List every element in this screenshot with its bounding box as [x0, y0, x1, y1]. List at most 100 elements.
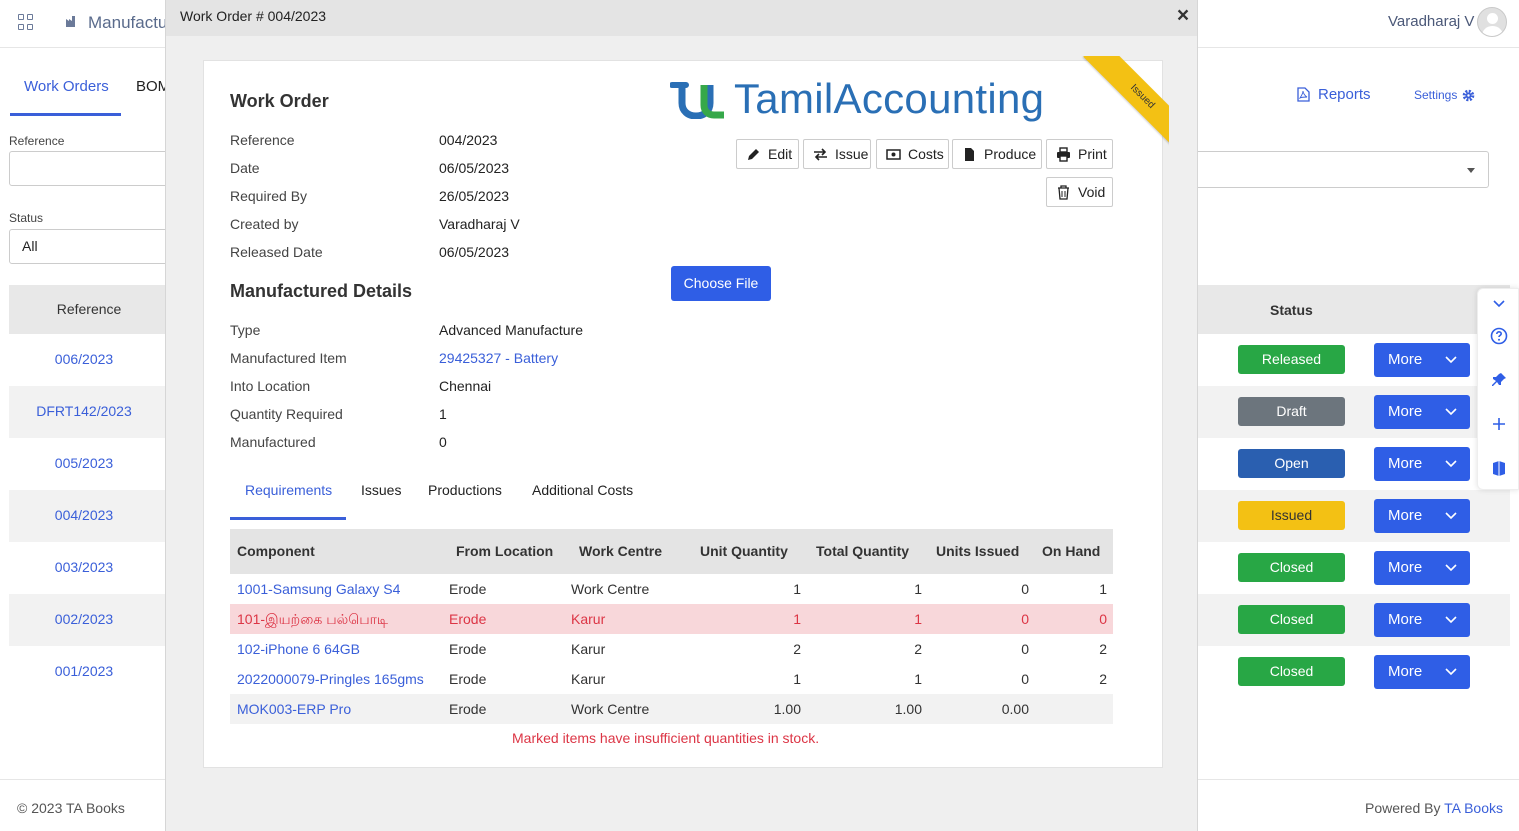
- filter-select[interactable]: [1190, 151, 1489, 188]
- active-tab-indicator: [230, 517, 346, 520]
- insufficient-stock-warning: Marked items have insufficient quantitie…: [512, 730, 820, 746]
- more-button[interactable]: More: [1374, 499, 1470, 533]
- more-label: More: [1388, 611, 1423, 628]
- avatar[interactable]: [1477, 7, 1507, 37]
- tab-additional-costs[interactable]: Additional Costs: [532, 482, 633, 498]
- field-label: Quantity Required: [230, 406, 343, 422]
- book-icon[interactable]: [1490, 459, 1508, 477]
- user-name[interactable]: Varadharaj V: [1388, 13, 1474, 30]
- app-grid-icon[interactable]: [18, 14, 34, 30]
- work-order-reference-link[interactable]: DFRT142/2023: [9, 403, 159, 419]
- status-ribbon-label: Issued: [1083, 56, 1169, 149]
- more-button[interactable]: More: [1374, 655, 1470, 689]
- money-icon: [886, 148, 901, 160]
- active-tab-indicator: [10, 113, 121, 116]
- column-header-units-issued: Units Issued: [936, 543, 1020, 559]
- chevron-down-icon: [1445, 564, 1457, 572]
- more-label: More: [1388, 403, 1423, 420]
- help-icon[interactable]: [1490, 327, 1508, 345]
- edit-button[interactable]: Edit: [736, 139, 799, 169]
- reports-link[interactable]: Reports: [1297, 86, 1371, 103]
- settings-link[interactable]: Settings: [1414, 88, 1475, 102]
- print-label: Print: [1078, 146, 1107, 162]
- more-button[interactable]: More: [1374, 551, 1470, 585]
- table-cell: Erode: [449, 701, 487, 717]
- work-order-reference-link[interactable]: 004/2023: [9, 507, 159, 523]
- powered-by-link[interactable]: TA Books: [1444, 800, 1503, 816]
- chevron-down-icon: [1445, 356, 1457, 364]
- void-button[interactable]: Void: [1046, 177, 1113, 207]
- component-link[interactable]: 101-இயற்கை பல்பொடி: [237, 611, 388, 630]
- printer-icon: [1057, 146, 1070, 162]
- table-cell: 1: [793, 581, 801, 597]
- produce-button[interactable]: Produce: [952, 139, 1042, 169]
- tab-work-orders[interactable]: Work Orders: [24, 78, 109, 95]
- manufactured-details-heading: Manufactured Details: [230, 281, 413, 301]
- status-badge: Draft: [1238, 397, 1345, 426]
- print-button[interactable]: Print: [1046, 139, 1113, 169]
- tab-issues[interactable]: Issues: [361, 482, 401, 498]
- work-order-modal: Work Order # 004/2023 × Work Order Refer…: [165, 0, 1198, 831]
- field-label: Required By: [230, 188, 308, 204]
- choose-file-button[interactable]: Choose File: [671, 266, 771, 301]
- table-cell: 1: [1099, 581, 1107, 597]
- field-label: Manufactured Item: [230, 350, 347, 366]
- trash-icon: [1058, 184, 1069, 200]
- issue-button[interactable]: Issue: [803, 139, 871, 169]
- more-button[interactable]: More: [1374, 395, 1470, 429]
- work-order-heading: Work Order: [230, 91, 329, 111]
- work-order-reference-link[interactable]: 005/2023: [9, 455, 159, 471]
- chevron-down-icon[interactable]: [1490, 294, 1508, 312]
- more-label: More: [1388, 351, 1423, 368]
- pin-icon[interactable]: [1490, 371, 1508, 389]
- component-link[interactable]: 1001-Samsung Galaxy S4: [237, 581, 400, 597]
- component-link[interactable]: 2022000079-Pringles 165gms: [237, 671, 424, 687]
- field-value: Advanced Manufacture: [439, 322, 583, 338]
- modal-title: Work Order # 004/2023: [180, 8, 327, 24]
- field-label: Manufactured: [230, 434, 316, 450]
- requirements-table: Component From Location Work Centre Unit…: [230, 529, 1113, 724]
- status-filter-select[interactable]: All: [9, 229, 189, 264]
- reports-label: Reports: [1318, 86, 1371, 103]
- work-order-reference-link[interactable]: 002/2023: [9, 611, 159, 627]
- field-value: Chennai: [439, 378, 492, 394]
- table-cell: 0: [1021, 671, 1029, 687]
- footer-powered-by: Powered By TA Books: [1365, 800, 1503, 816]
- status-filter-label: Status: [9, 211, 44, 225]
- plus-icon[interactable]: [1490, 415, 1508, 433]
- reference-filter-input[interactable]: [9, 151, 189, 186]
- field-label: Date: [230, 160, 260, 176]
- status-badge: Closed: [1238, 605, 1345, 634]
- work-order-reference-link[interactable]: 003/2023: [9, 559, 159, 575]
- more-button[interactable]: More: [1374, 447, 1470, 481]
- issue-label: Issue: [835, 146, 869, 162]
- pencil-icon: [748, 148, 759, 160]
- tab-requirements[interactable]: Requirements: [245, 482, 332, 498]
- more-label: More: [1388, 663, 1423, 680]
- tab-productions[interactable]: Productions: [428, 482, 502, 498]
- more-label: More: [1388, 507, 1423, 524]
- work-order-reference-link[interactable]: 006/2023: [9, 351, 159, 367]
- work-order-card: Work Order Reference 004/2023 Date 06/05/20…: [203, 56, 1169, 768]
- field-value: 06/05/2023: [439, 160, 510, 176]
- costs-button[interactable]: Costs: [876, 139, 949, 169]
- status-badge: Closed: [1238, 657, 1345, 686]
- status-badge: Issued: [1238, 501, 1345, 530]
- field-value: 06/05/2023: [439, 244, 510, 260]
- chevron-down-icon: [1445, 408, 1457, 416]
- manufactured-item-link[interactable]: 29425327 - Battery: [439, 350, 558, 366]
- work-order-reference-link[interactable]: 001/2023: [9, 663, 159, 679]
- table-cell: 0: [1021, 641, 1029, 657]
- chevron-down-icon: [1445, 460, 1457, 468]
- pdf-icon: [1297, 87, 1310, 102]
- component-link[interactable]: MOK003-ERP Pro: [237, 701, 351, 717]
- more-button[interactable]: More: [1374, 603, 1470, 637]
- logo-mark-icon: [670, 82, 724, 119]
- more-label: More: [1388, 559, 1423, 576]
- table-cell: Erode: [449, 671, 487, 687]
- component-link[interactable]: 102-iPhone 6 64GB: [237, 641, 360, 657]
- more-button[interactable]: More: [1374, 343, 1470, 377]
- table-cell: Erode: [449, 641, 487, 657]
- close-icon[interactable]: ×: [1175, 4, 1191, 28]
- table-cell: 2: [914, 641, 922, 657]
